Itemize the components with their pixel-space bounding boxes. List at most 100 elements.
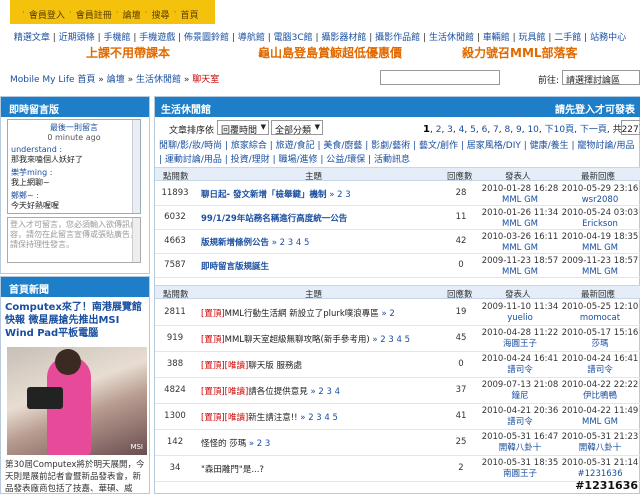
table-row[interactable]: 1300 [置頂][唯讀]新生請注意!! » 2 3 4 5 41 2010-0…	[155, 404, 640, 430]
table-row[interactable]: 388 [置頂][唯讀]聊天版 服務處 0 2010-04-24 16:41 譜司…	[155, 352, 640, 378]
link-phones[interactable]: 手機館	[103, 33, 130, 43]
row-author-name[interactable]: 開韓八卦十	[481, 443, 559, 454]
row-title[interactable]: MML聊天室超級無聊攻略(新手參考用)	[225, 335, 370, 345]
link-camera[interactable]: 攝影器材館	[321, 33, 366, 43]
page-link[interactable]: 2	[436, 125, 442, 135]
row-topic[interactable]: 怪怪的 莎瑪 » 2 3	[201, 437, 441, 449]
row-author-name[interactable]: 鐘尼	[481, 391, 559, 402]
chat-input-scrollbar[interactable]	[132, 218, 140, 262]
row-pages[interactable]: » 2	[382, 309, 395, 319]
nav-search[interactable]: 搜尋	[152, 8, 170, 21]
page-link[interactable]: 4	[459, 125, 465, 135]
row-topic[interactable]: [置頂]MML行動生活網 新設立了plurk噗浪專區 » 2	[201, 307, 441, 319]
row-last-name[interactable]: wsr2080	[559, 195, 640, 206]
breadcrumb-section[interactable]: 生活休閒館	[136, 75, 181, 85]
row-pages[interactable]: » 2 3	[249, 439, 270, 449]
link-3c[interactable]: 電腦3C館	[274, 33, 313, 43]
row-author-name[interactable]: yuelio	[481, 313, 559, 324]
table-row[interactable]: 11893 聊日起- 發文新增「檢舉鍵」機制 » 2 3 28 2010-01-…	[155, 182, 640, 206]
link-featured[interactable]: 精選文章	[14, 33, 50, 43]
row-last-name[interactable]: Erickson	[559, 219, 640, 230]
row-last-name[interactable]: momocat	[559, 313, 640, 324]
row-pages[interactable]: » 2 3 4 5	[372, 335, 410, 345]
row-author-name[interactable]: MML GM	[481, 243, 559, 254]
table-row[interactable]: 7587 即時留言版規誕生 0 2009-11-23 18:57 MML GM 2…	[155, 254, 640, 278]
next-page-link[interactable]: 下一頁	[580, 125, 607, 135]
row-pages[interactable]: » 2 3	[329, 190, 350, 200]
row-title[interactable]: 聊日起- 發文新增「檢舉鍵」機制	[201, 190, 327, 200]
row-topic[interactable]: "森田雕門"是...?	[201, 463, 441, 475]
row-topic[interactable]: [置頂][唯讀]聊天版 服務處	[201, 359, 441, 371]
link-nav[interactable]: 導航館	[238, 33, 265, 43]
row-last-name[interactable]: 莎瑪	[559, 339, 640, 350]
row-title[interactable]: 新生請注意!!	[248, 413, 297, 423]
link-cars[interactable]: 車輛館	[483, 33, 510, 43]
table-row[interactable]: 4663 版規新增條例公告 » 2 3 4 5 42 2010-03-26 16…	[155, 230, 640, 254]
forum-jump-select[interactable]: 請選擇討論區	[562, 70, 640, 85]
table-row[interactable]: 34 "森田雕門"是...? 2 2010-05-31 18:35 南圓王子 20…	[155, 456, 640, 482]
row-last-name[interactable]: 譜司令	[559, 365, 640, 376]
filter-select[interactable]: 全部分類 ▼	[271, 120, 323, 136]
row-pages[interactable]: » 2 3 4	[310, 387, 340, 397]
row-topic[interactable]: [置頂]MML聊天室超級無聊攻略(新手參考用) » 2 3 4 5	[201, 333, 441, 345]
search-input[interactable]	[380, 70, 500, 85]
sort-select[interactable]: 回覆時間 ▼	[217, 120, 269, 136]
row-title[interactable]: 99/1/29年站務名稱進行高度統一公告	[201, 214, 347, 224]
nav-home[interactable]: 首頁	[180, 8, 198, 21]
link-themes[interactable]: 佈景圖鈴館	[184, 33, 229, 43]
row-author-name[interactable]: 海圓王子	[481, 339, 559, 350]
next-10-link[interactable]: 下10頁	[545, 125, 574, 135]
row-last-name[interactable]: MML GM	[559, 267, 640, 278]
link-headlines[interactable]: 近期頭條	[59, 33, 95, 43]
table-row[interactable]: 919 [置頂]MML聊天室超級無聊攻略(新手參考用) » 2 3 4 5 45…	[155, 326, 640, 352]
row-topic[interactable]: 版規新增條例公告 » 2 3 4 5	[201, 236, 441, 248]
row-author-name[interactable]: 南圓王子	[481, 469, 559, 480]
promo-link[interactable]: 上課不用帶課本	[86, 44, 170, 61]
row-title[interactable]: 版規新增條例公告	[201, 238, 269, 248]
news-photo[interactable]: MSI	[7, 347, 147, 455]
page-link[interactable]: 10	[527, 125, 538, 135]
page-jump-input[interactable]	[621, 120, 640, 135]
row-topic[interactable]: 聊日起- 發文新增「檢舉鍵」機制 » 2 3	[201, 188, 441, 200]
link-phone-games[interactable]: 手機遊戲	[139, 33, 175, 43]
row-title[interactable]: 請各位提供意見	[248, 387, 308, 397]
row-title[interactable]: "森田雕門"是...?	[201, 465, 264, 475]
link-admin[interactable]: 站務中心	[590, 33, 626, 43]
page-link[interactable]: 6	[482, 125, 488, 135]
row-topic[interactable]: [置頂][唯讀]新生請注意!! » 2 3 4 5	[201, 411, 441, 423]
breadcrumb-home[interactable]: Mobile My Life 首頁	[10, 75, 95, 85]
chat-scrollbar[interactable]	[132, 120, 140, 213]
page-link[interactable]: 7	[493, 125, 499, 135]
row-last-name[interactable]: 伊比鴨鴨	[559, 391, 640, 402]
nav-register[interactable]: 會員註冊	[76, 8, 112, 21]
breadcrumb-forum[interactable]: 論壇	[107, 75, 125, 85]
page-link[interactable]: 9	[516, 125, 522, 135]
link-used[interactable]: 二手館	[554, 33, 581, 43]
row-last-name[interactable]: MML GM	[559, 417, 640, 428]
promo-link[interactable]: 龜山島登島賞鯨超低優惠價	[258, 44, 402, 61]
nav-login[interactable]: 會員登入	[29, 8, 65, 21]
chat-user[interactable]: 鄭鄭~ :	[11, 191, 137, 201]
chat-user[interactable]: understand :	[11, 145, 137, 155]
table-row[interactable]: 142 怪怪的 莎瑪 » 2 3 25 2010-05-31 16:47 開韓八卦…	[155, 430, 640, 456]
row-author-name[interactable]: MML GM	[481, 219, 559, 230]
page-link[interactable]: 5	[470, 125, 476, 135]
table-row[interactable]: 2811 [置頂]MML行動生活網 新設立了plurk噗浪專區 » 2 19 2…	[155, 300, 640, 326]
row-author-name[interactable]: MML GM	[481, 195, 559, 206]
page-link[interactable]: 8	[505, 125, 511, 135]
row-title[interactable]: 怪怪的 莎瑪	[201, 439, 246, 449]
promo-link[interactable]: 殺力號召MML部落客	[462, 44, 578, 61]
login-note[interactable]: 請先登入才可發表	[555, 101, 635, 116]
page-link[interactable]: 3	[447, 125, 453, 135]
row-title[interactable]: MML行動生活網 新設立了plurk噗浪專區	[225, 309, 379, 319]
link-life[interactable]: 生活休閒館	[429, 33, 474, 43]
nav-forum[interactable]: 論壇	[123, 8, 141, 21]
row-author-name[interactable]: 譜司令	[481, 365, 559, 376]
table-row[interactable]: 4824 [置頂][唯讀]請各位提供意見 » 2 3 4 37 2009-07-…	[155, 378, 640, 404]
table-row[interactable]: 6032 99/1/29年站務名稱進行高度統一公告 11 2010-01-26 …	[155, 206, 640, 230]
link-photos[interactable]: 攝影作品館	[375, 33, 420, 43]
row-last-name[interactable]: MML GM	[559, 243, 640, 254]
row-title[interactable]: 聊天版 服務處	[248, 361, 302, 371]
row-last-name[interactable]: 開韓八卦十	[559, 443, 640, 454]
row-pages[interactable]: » 2 3 4 5	[300, 413, 338, 423]
